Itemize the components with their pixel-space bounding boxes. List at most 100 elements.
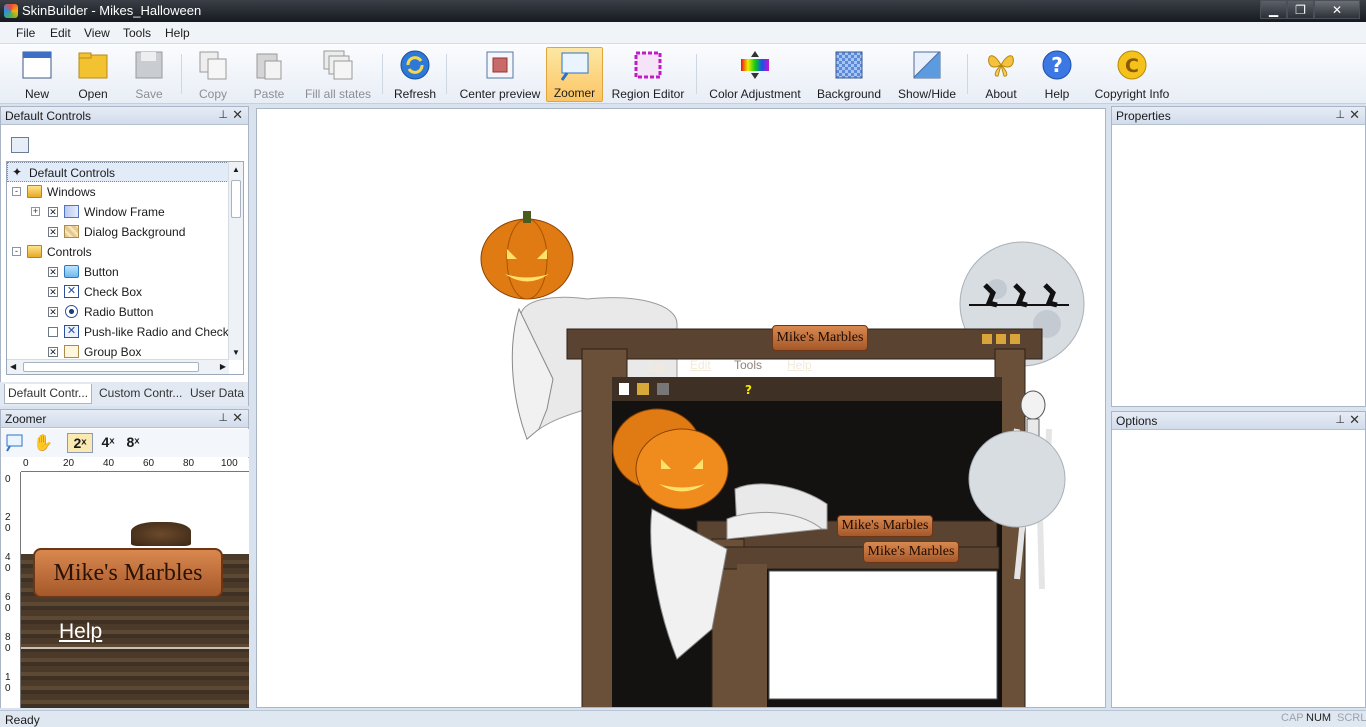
properties-panel: Properties ⊥ ✕: [1111, 106, 1366, 407]
save-icon: [133, 49, 165, 81]
restore-button[interactable]: ❐: [1287, 0, 1314, 19]
scroll-down-icon[interactable]: ▼: [232, 348, 240, 357]
about-button[interactable]: About: [978, 47, 1024, 102]
close-panel-button[interactable]: ✕: [232, 410, 243, 426]
close-panel-button[interactable]: ✕: [1349, 107, 1360, 123]
pin-icon[interactable]: ⊥: [1335, 413, 1345, 426]
menu-tools[interactable]: Tools: [123, 26, 151, 40]
scroll-thumb[interactable]: [231, 180, 241, 218]
zoom-cursor-icon[interactable]: [6, 434, 24, 452]
scroll-left-icon[interactable]: ◀: [10, 362, 16, 371]
menu-file[interactable]: File: [16, 26, 35, 40]
scroll-thumb[interactable]: [23, 362, 199, 372]
checkbox[interactable]: ✕: [48, 207, 58, 217]
tree-item-dialog-background[interactable]: ✕ Dialog Background: [7, 222, 229, 242]
open-folder-icon: [77, 49, 109, 81]
close-panel-button[interactable]: ✕: [1349, 412, 1360, 428]
hand-pan-icon[interactable]: ✋: [33, 433, 53, 453]
center-preview-button[interactable]: Center preview: [457, 47, 543, 102]
tab-custom-controls[interactable]: Custom Contr...: [99, 386, 182, 400]
fill-all-states-button[interactable]: Fill all states: [302, 47, 374, 102]
skin-preview-canvas[interactable]: ? Mike's Marbles Mike's Marbles Mike's M…: [256, 108, 1106, 708]
zoomer-panel: Zoomer ⊥ ✕ ✋ 2ˣ 4ˣ 8ˣ 0 20 40 60 80 100 …: [0, 409, 249, 708]
collapse-icon[interactable]: -: [12, 187, 21, 196]
status-bar: Ready CAP NUM SCRL: [0, 710, 1366, 727]
app-icon: [4, 4, 18, 18]
close-window-button[interactable]: ✕: [1314, 0, 1360, 19]
radio-button-icon: [65, 305, 78, 318]
panel-tabs: Default Contr... Custom Contr... User Da…: [0, 382, 248, 406]
tree-view-icon[interactable]: [11, 137, 29, 153]
tree-item-controls[interactable]: - Controls: [7, 242, 229, 262]
open-button[interactable]: Open: [70, 47, 116, 102]
folder-icon: [27, 185, 42, 198]
zoom-2x-button[interactable]: 2ˣ: [67, 433, 93, 453]
default-controls-panel: Default Controls ⊥ ✕ ✦ Default Controls …: [0, 106, 249, 406]
region-editor-icon: [632, 49, 664, 81]
tree-item-push-like[interactable]: ✕ Push-like Radio and Check: [7, 322, 229, 342]
controls-tree[interactable]: ✦ Default Controls - Windows + ✕ Window …: [6, 161, 244, 375]
save-button[interactable]: Save: [126, 47, 172, 102]
menu-edit[interactable]: Edit: [50, 26, 71, 40]
show-hide-button[interactable]: Show/Hide: [894, 47, 960, 102]
horizontal-ruler: 0 20 40 60 80 100: [21, 458, 249, 472]
pin-icon[interactable]: ⊥: [218, 411, 228, 424]
checkbox[interactable]: ✕: [48, 227, 58, 237]
svg-text:?: ?: [1051, 53, 1063, 77]
halloween-skin-preview: ?: [480, 211, 1085, 707]
checkbox[interactable]: ✕: [48, 347, 58, 357]
help-button[interactable]: ? Help: [1034, 47, 1080, 102]
copy-button[interactable]: Copy: [190, 47, 236, 102]
menu-help[interactable]: Help: [165, 26, 190, 40]
pin-icon[interactable]: ⊥: [218, 108, 228, 121]
checkbox[interactable]: ✕: [48, 287, 58, 297]
svg-text:?: ?: [745, 383, 752, 397]
tab-user-data[interactable]: User Data: [190, 386, 244, 400]
show-hide-icon: [911, 49, 943, 81]
expand-icon[interactable]: +: [31, 207, 40, 216]
paste-button[interactable]: Paste: [246, 47, 292, 102]
options-panel: Options ⊥ ✕: [1111, 411, 1366, 708]
scroll-up-icon[interactable]: ▲: [232, 165, 240, 174]
push-like-icon: ✕: [64, 325, 79, 338]
color-adjustment-button[interactable]: Color Adjustment: [706, 47, 804, 102]
zoom-4x-button[interactable]: 4ˣ: [96, 433, 120, 453]
tree-item-default-controls[interactable]: ✦ Default Controls: [7, 162, 229, 182]
minimize-button[interactable]: ▁: [1260, 0, 1287, 19]
scroll-right-icon[interactable]: ▶: [220, 362, 226, 371]
tab-default-controls[interactable]: Default Contr...: [4, 384, 93, 404]
about-butterfly-icon: [985, 49, 1017, 81]
toolbar: New Open Save Copy Paste Fill all states: [0, 44, 1366, 104]
color-adjust-icon: [739, 49, 771, 81]
zoomer-button[interactable]: Zoomer: [546, 47, 603, 102]
checkbox[interactable]: [48, 327, 58, 337]
tree-item-windows[interactable]: - Windows: [7, 182, 229, 202]
dialog-background-icon: [64, 225, 79, 238]
checkbox[interactable]: ✕: [48, 307, 58, 317]
paste-icon: [253, 49, 285, 81]
zoomer-preview[interactable]: Mike's Marbles Help: [21, 472, 249, 708]
tree-item-window-frame[interactable]: + ✕ Window Frame: [7, 202, 229, 222]
refresh-button[interactable]: Refresh: [391, 47, 439, 102]
collapse-icon[interactable]: -: [12, 247, 21, 256]
zoomed-plaque: Mike's Marbles: [33, 548, 223, 598]
menu-view[interactable]: View: [84, 26, 110, 40]
tree-item-button[interactable]: ✕ Button: [7, 262, 229, 282]
copyright-info-button[interactable]: C Copyright Info: [1090, 47, 1174, 102]
help-icon: ?: [1041, 49, 1073, 81]
zoom-8x-button[interactable]: 8ˣ: [121, 433, 145, 453]
panel-title: Options: [1116, 414, 1158, 428]
tree-item-radio-button[interactable]: ✕ Radio Button: [7, 302, 229, 322]
tree-item-check-box[interactable]: ✕ ✕ Check Box: [7, 282, 229, 302]
background-button[interactable]: Background: [814, 47, 884, 102]
region-editor-button[interactable]: Region Editor: [608, 47, 688, 102]
skin-title-plaque: Mike's Marbles: [772, 325, 868, 351]
pin-icon[interactable]: ⊥: [1335, 108, 1345, 121]
new-button[interactable]: New: [14, 47, 60, 102]
scroll-indicator: SCRL: [1337, 712, 1366, 724]
tree-horizontal-scrollbar[interactable]: ◀ ▶: [7, 359, 229, 374]
close-panel-button[interactable]: ✕: [232, 107, 243, 123]
zoomer-icon: [559, 50, 591, 82]
checkbox[interactable]: ✕: [48, 267, 58, 277]
tree-vertical-scrollbar[interactable]: ▲ ▼: [228, 162, 243, 360]
